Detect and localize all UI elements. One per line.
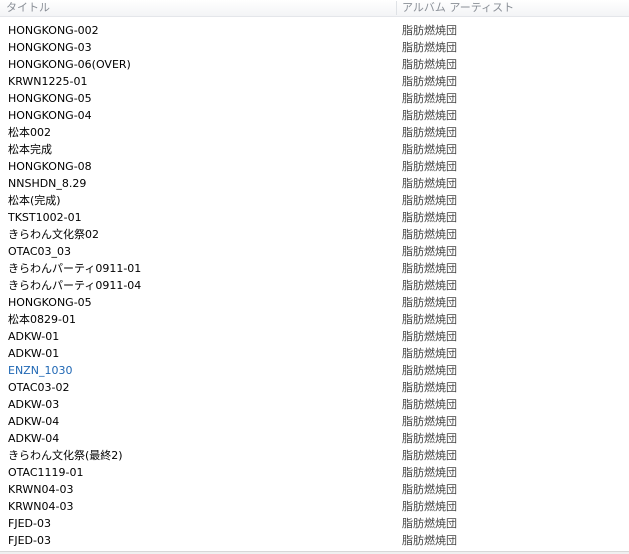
track-title-cell: NNSHDN_8.29 — [8, 177, 87, 190]
table-row[interactable]: ADKW-01 脂肪燃焼団 — [0, 345, 629, 362]
album-artist-cell: 脂肪燃焼団 — [402, 262, 457, 275]
track-title-cell: きらわんパーティ0911-04 — [8, 279, 142, 292]
track-list-view[interactable]: タイトル アルバム アーティスト HONGKONG-002 脂肪燃焼団 HONGKO… — [0, 0, 629, 554]
album-artist-cell: 脂肪燃焼団 — [402, 347, 457, 360]
album-artist-cell: 脂肪燃焼団 — [402, 296, 457, 309]
track-title-cell: ADKW-04 — [8, 432, 60, 445]
table-row[interactable]: HONGKONG-002 脂肪燃焼団 — [0, 22, 629, 39]
track-title-cell: HONGKONG-05 — [8, 92, 92, 105]
track-title-cell: 松本0829-01 — [8, 313, 76, 326]
track-title-cell: ADKW-04 — [8, 415, 60, 428]
track-title-cell: きらわん文化祭(最終2) — [8, 449, 123, 462]
table-row[interactable]: 松本完成 脂肪燃焼団 — [0, 141, 629, 158]
table-row[interactable]: きらわん文化祭(最終2) 脂肪燃焼団 — [0, 447, 629, 464]
table-row[interactable]: HONGKONG-05 脂肪燃焼団 — [0, 294, 629, 311]
track-title-cell: HONGKONG-08 — [8, 160, 92, 173]
track-title-cell: KRWN1225-01 — [8, 75, 88, 88]
album-artist-cell: 脂肪燃焼団 — [402, 415, 457, 428]
track-title-cell: KRWN04-03 — [8, 483, 74, 496]
album-artist-cell: 脂肪燃焼団 — [402, 92, 457, 105]
table-row[interactable]: HONGKONG-04 脂肪燃焼団 — [0, 107, 629, 124]
table-row[interactable]: OTAC03-02 脂肪燃焼団 — [0, 379, 629, 396]
track-title-cell: KRWN04-03 — [8, 500, 74, 513]
track-title-cell: HONGKONG-04 — [8, 109, 92, 122]
album-artist-cell: 脂肪燃焼団 — [402, 534, 457, 547]
album-artist-cell: 脂肪燃焼団 — [402, 177, 457, 190]
track-title-cell: HONGKONG-05 — [8, 296, 92, 309]
table-row[interactable]: FJED-03 脂肪燃焼団 — [0, 515, 629, 532]
track-title-cell: OTAC03_03 — [8, 245, 72, 258]
album-artist-cell: 脂肪燃焼団 — [402, 483, 457, 496]
track-title-cell: HONGKONG-002 — [8, 24, 99, 37]
album-artist-cell: 脂肪燃焼団 — [402, 398, 457, 411]
column-header-bar: タイトル アルバム アーティスト — [0, 0, 629, 17]
track-title-cell: ADKW-03 — [8, 398, 60, 411]
track-title-cell: ADKW-01 — [8, 347, 60, 360]
track-title-cell: OTAC03-02 — [8, 381, 70, 394]
album-artist-cell: 脂肪燃焼団 — [402, 143, 457, 156]
album-artist-cell: 脂肪燃焼団 — [402, 75, 457, 88]
table-row[interactable]: きらわん文化祭02 脂肪燃焼団 — [0, 226, 629, 243]
table-row[interactable]: きらわんパーティ0911-01 脂肪燃焼団 — [0, 260, 629, 277]
album-artist-cell: 脂肪燃焼団 — [402, 279, 457, 292]
table-row[interactable]: NNSHDN_8.29 脂肪燃焼団 — [0, 175, 629, 192]
album-artist-cell: 脂肪燃焼団 — [402, 517, 457, 530]
table-row[interactable]: ADKW-01 脂肪燃焼団 — [0, 328, 629, 345]
table-row[interactable]: FJED-03 脂肪燃焼団 — [0, 532, 629, 549]
table-row[interactable]: KRWN04-03 脂肪燃焼団 — [0, 498, 629, 515]
table-row[interactable]: KRWN1225-01 脂肪燃焼団 — [0, 73, 629, 90]
track-title-cell: HONGKONG-03 — [8, 41, 92, 54]
track-title-cell: きらわん文化祭02 — [8, 228, 99, 241]
album-artist-cell: 脂肪燃焼団 — [402, 58, 457, 71]
table-row[interactable]: ADKW-04 脂肪燃焼団 — [0, 430, 629, 447]
track-title-cell: きらわんパーティ0911-01 — [8, 262, 142, 275]
table-row[interactable]: OTAC03_03 脂肪燃焼団 — [0, 243, 629, 260]
album-artist-cell: 脂肪燃焼団 — [402, 24, 457, 37]
table-row[interactable]: 松本0829-01 脂肪燃焼団 — [0, 311, 629, 328]
album-artist-cell: 脂肪燃焼団 — [402, 364, 457, 377]
track-title-cell: TKST1002-01 — [8, 211, 82, 224]
table-row[interactable]: HONGKONG-08 脂肪燃焼団 — [0, 158, 629, 175]
table-row[interactable]: OTAC1119-01 脂肪燃焼団 — [0, 464, 629, 481]
album-artist-cell: 脂肪燃焼団 — [402, 381, 457, 394]
table-row[interactable]: HONGKONG-03 脂肪燃焼団 — [0, 39, 629, 56]
track-title-cell: FJED-03 — [8, 534, 51, 547]
album-artist-cell: 脂肪燃焼団 — [402, 449, 457, 462]
album-artist-cell: 脂肪燃焼団 — [402, 330, 457, 343]
track-title-cell: 松本完成 — [8, 143, 52, 156]
table-row[interactable]: HONGKONG-05 脂肪燃焼団 — [0, 90, 629, 107]
table-row[interactable]: 松本(完成) 脂肪燃焼団 — [0, 192, 629, 209]
album-artist-cell: 脂肪燃焼団 — [402, 126, 457, 139]
album-artist-cell: 脂肪燃焼団 — [402, 211, 457, 224]
album-artist-cell: 脂肪燃焼団 — [402, 228, 457, 241]
album-artist-cell: 脂肪燃焼団 — [402, 466, 457, 479]
album-artist-cell: 脂肪燃焼団 — [402, 245, 457, 258]
column-header-title[interactable]: タイトル — [0, 0, 397, 16]
track-title-cell: ENZN_1030 — [8, 364, 73, 377]
track-title-cell: 松本(完成) — [8, 194, 61, 207]
column-header-album-artist[interactable]: アルバム アーティスト — [397, 0, 629, 16]
album-artist-cell: 脂肪燃焼団 — [402, 432, 457, 445]
album-artist-cell: 脂肪燃焼団 — [402, 194, 457, 207]
album-artist-cell: 脂肪燃焼団 — [402, 313, 457, 326]
track-title-cell: 松本002 — [8, 126, 51, 139]
album-artist-cell: 脂肪燃焼団 — [402, 160, 457, 173]
album-artist-cell: 脂肪燃焼団 — [402, 109, 457, 122]
track-title-cell: HONGKONG-06(OVER) — [8, 58, 131, 71]
table-row[interactable]: きらわんパーティ0911-04 脂肪燃焼団 — [0, 277, 629, 294]
track-title-cell: ADKW-01 — [8, 330, 60, 343]
table-row[interactable]: KRWN04-03 脂肪燃焼団 — [0, 481, 629, 498]
track-title-cell: FJED-03 — [8, 517, 51, 530]
track-rows: HONGKONG-002 脂肪燃焼団 HONGKONG-03 脂肪燃焼団 HONGKON… — [0, 22, 629, 549]
table-row[interactable]: TKST1002-01 脂肪燃焼団 — [0, 209, 629, 226]
table-row[interactable]: ENZN_1030 脂肪燃焼団 — [0, 362, 629, 379]
album-artist-cell: 脂肪燃焼団 — [402, 41, 457, 54]
album-artist-cell: 脂肪燃焼団 — [402, 500, 457, 513]
table-row[interactable]: 松本002 脂肪燃焼団 — [0, 124, 629, 141]
table-row[interactable]: HONGKONG-06(OVER) 脂肪燃焼団 — [0, 56, 629, 73]
track-title-cell: OTAC1119-01 — [8, 466, 84, 479]
table-row[interactable]: ADKW-04 脂肪燃焼団 — [0, 413, 629, 430]
table-row[interactable]: ADKW-03 脂肪燃焼団 — [0, 396, 629, 413]
